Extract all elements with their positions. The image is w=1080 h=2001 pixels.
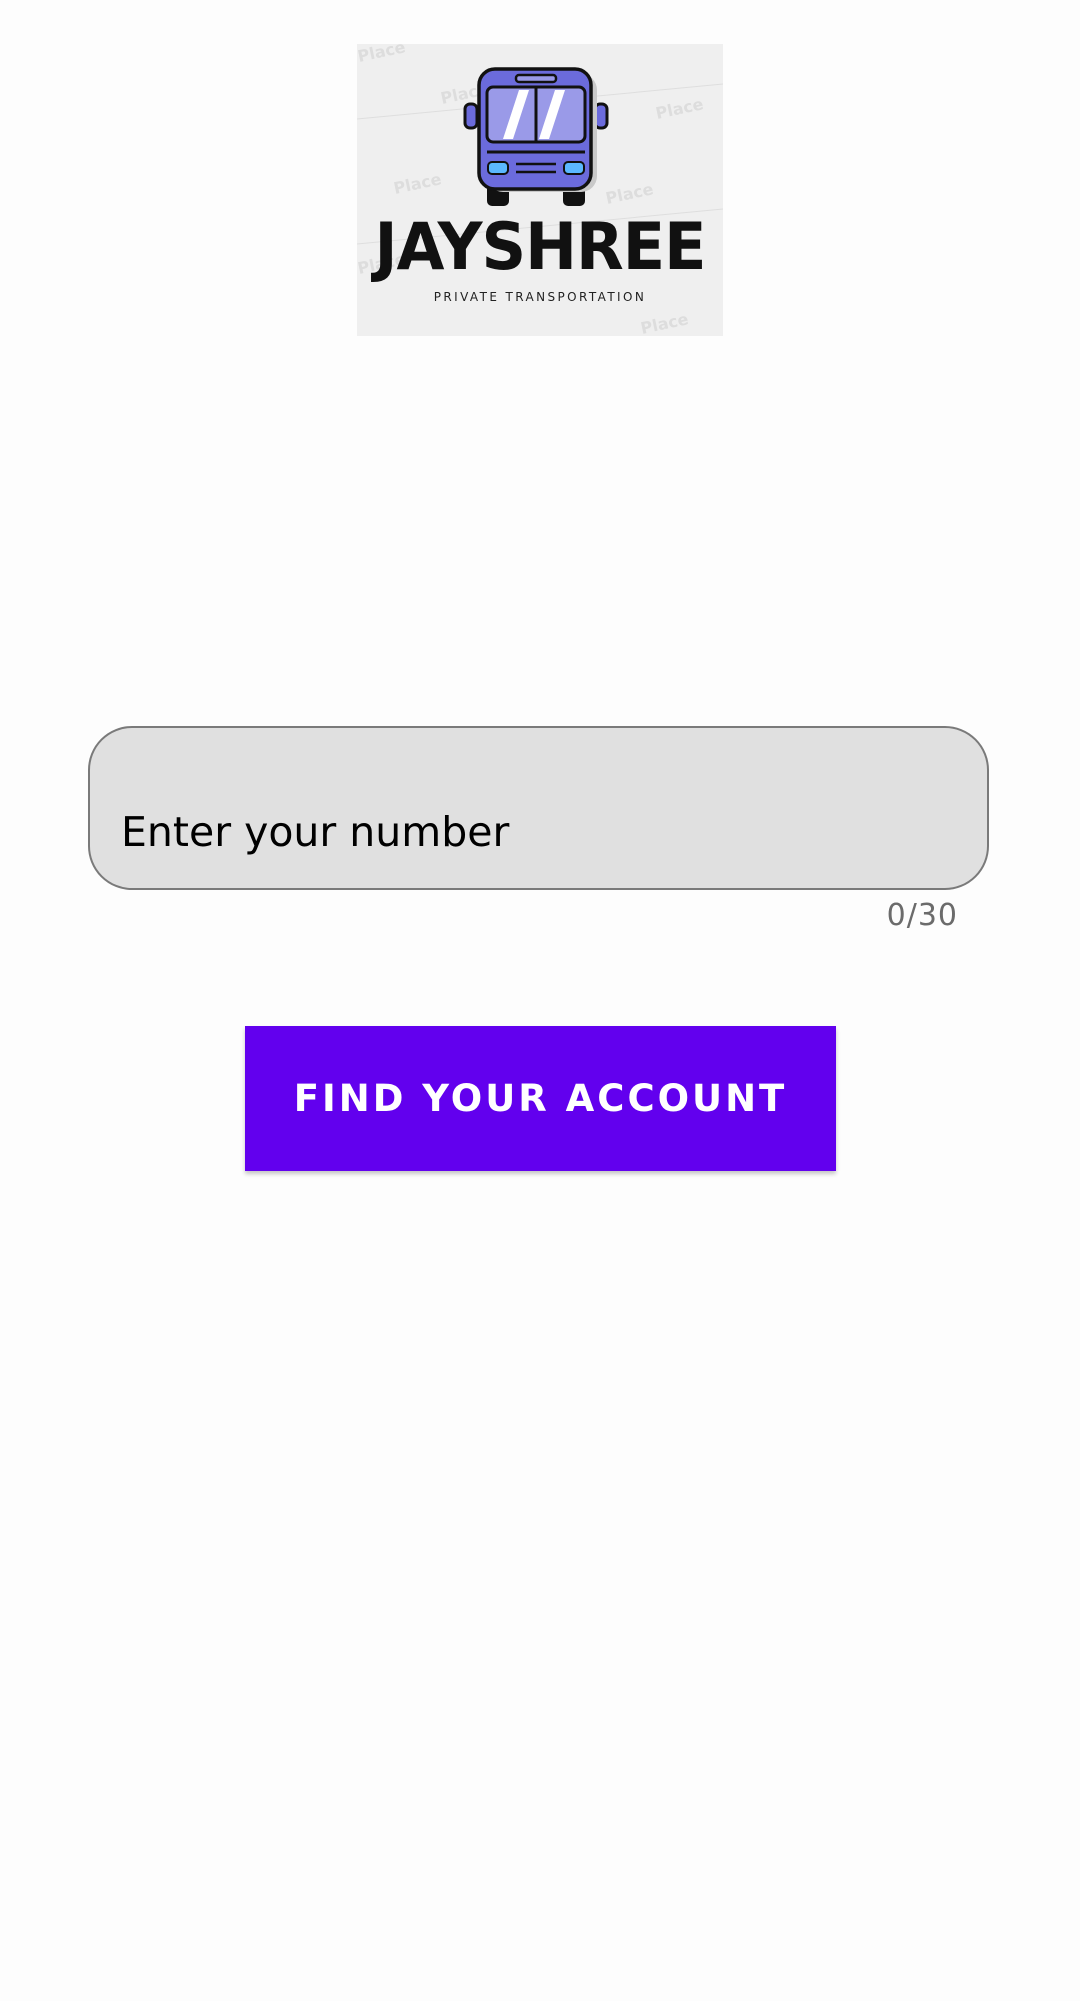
brand-tagline: PRIVATE TRANSPORTATION (433, 290, 647, 304)
phone-number-field[interactable] (88, 726, 989, 890)
watermark-text: Place (604, 179, 655, 208)
bus-icon (463, 67, 609, 206)
watermark-text: Place (392, 169, 443, 198)
watermark-text: Place (654, 94, 705, 123)
watermark-text: Place (639, 309, 690, 336)
find-account-button[interactable]: FIND YOUR ACCOUNT (245, 1026, 836, 1171)
watermark-text: Place (357, 44, 407, 66)
brand-name: JAYSHREE (374, 208, 706, 285)
character-counter: 0/30 (886, 898, 958, 933)
phone-number-input[interactable] (121, 804, 941, 860)
brand-logo: Place Place Place Place Place Place Plac… (357, 44, 723, 336)
